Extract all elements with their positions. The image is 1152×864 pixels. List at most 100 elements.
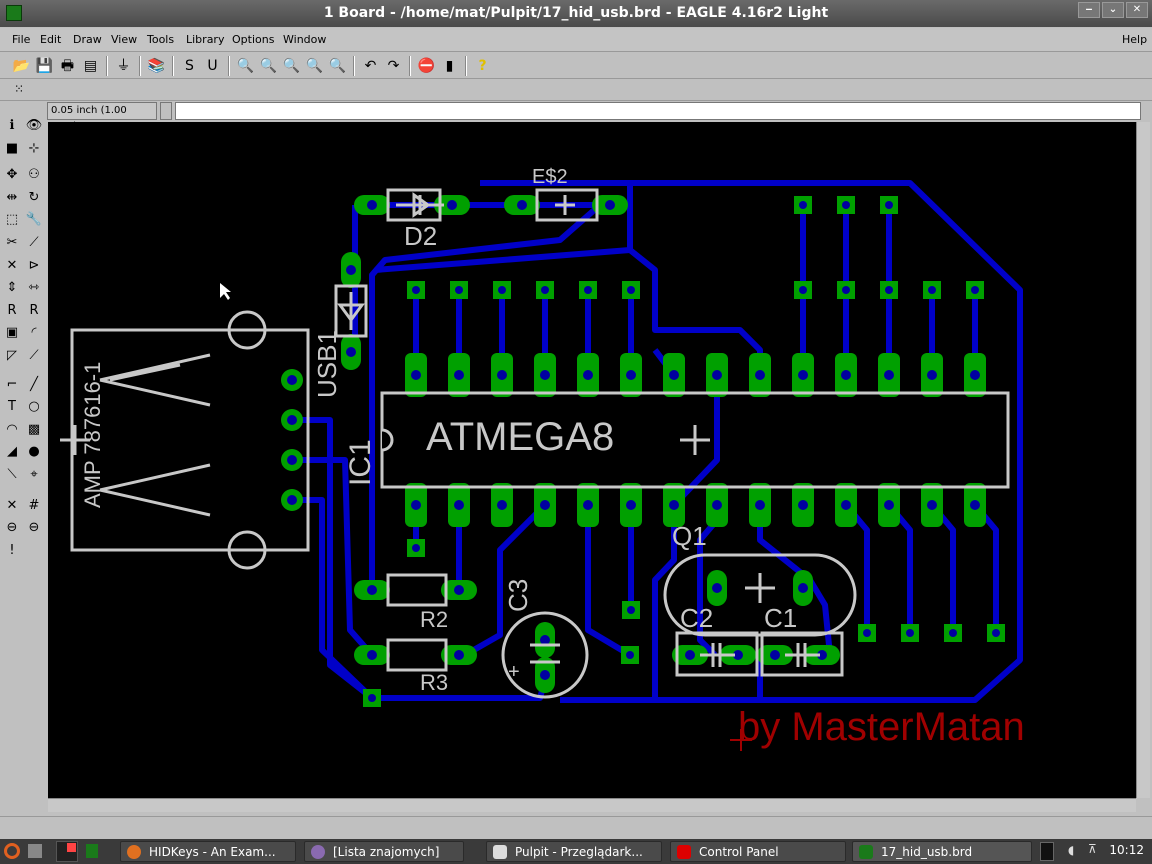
drill-hole bbox=[885, 201, 893, 209]
redo-icon[interactable]: ↷ bbox=[382, 55, 405, 77]
drill-hole bbox=[770, 650, 780, 660]
workspace-switcher[interactable] bbox=[56, 841, 78, 862]
cam-icon[interactable]: ▤ bbox=[79, 55, 102, 77]
optimize-tool-icon[interactable]: ⟋ bbox=[24, 233, 44, 253]
volume-icon[interactable]: ◖ bbox=[1068, 843, 1074, 857]
toolbar-separator bbox=[139, 55, 141, 76]
group-tool-icon[interactable]: ⬚ bbox=[2, 210, 22, 230]
traces bbox=[292, 180, 1023, 703]
go-icon[interactable]: ▮ bbox=[438, 55, 461, 77]
toolbar-separator bbox=[228, 55, 230, 76]
value-tool-icon[interactable]: R bbox=[2, 301, 22, 321]
text-tool-icon[interactable]: T bbox=[2, 397, 22, 417]
undo-icon[interactable]: ↶ bbox=[359, 55, 382, 77]
grid-icon[interactable]: ⁙ bbox=[14, 82, 24, 96]
redraw-icon[interactable]: 🔍 bbox=[303, 55, 326, 77]
drill-hole bbox=[583, 500, 593, 510]
show-tool-icon[interactable]: 👁 bbox=[24, 116, 44, 136]
script-icon[interactable]: S bbox=[178, 55, 201, 77]
rect-tool-icon[interactable]: ▩ bbox=[24, 420, 44, 440]
horizontal-scrollbar[interactable] bbox=[48, 798, 1136, 812]
drill-hole bbox=[455, 286, 463, 294]
menu-options[interactable]: Options bbox=[232, 33, 274, 46]
task-pulpit[interactable]: Pulpit - Przeglądark... bbox=[486, 841, 662, 862]
open-icon[interactable]: 📂 bbox=[10, 55, 33, 77]
erc-tool-icon[interactable]: ⊖ bbox=[2, 518, 22, 538]
menu-edit[interactable]: Edit bbox=[40, 33, 61, 46]
smash-tool-icon[interactable]: R bbox=[24, 301, 44, 321]
mark-tool-icon[interactable]: ⊹ bbox=[24, 139, 44, 159]
menu-draw[interactable]: Draw bbox=[73, 33, 102, 46]
circle-tool-icon[interactable]: ○ bbox=[24, 397, 44, 417]
zoom-in-icon[interactable]: 🔍 bbox=[257, 55, 280, 77]
errors-tool-icon[interactable]: ! bbox=[2, 541, 22, 561]
hole-tool-icon[interactable]: ⌖ bbox=[24, 465, 44, 485]
ulp-icon[interactable]: U bbox=[201, 55, 224, 77]
drc-tool-icon[interactable]: ⊖ bbox=[24, 518, 44, 538]
vertical-scrollbar[interactable] bbox=[1136, 122, 1150, 798]
menu-file[interactable]: File bbox=[12, 33, 30, 46]
drill-hole bbox=[346, 347, 356, 357]
task-eagle[interactable]: 17_hid_usb.brd bbox=[852, 841, 1032, 862]
add-tool-icon[interactable]: ⊳ bbox=[24, 256, 44, 276]
schematic-icon[interactable]: ⏚ bbox=[112, 55, 135, 77]
ripup-tool-icon[interactable]: ⌐ bbox=[2, 375, 22, 395]
zoom-out-icon[interactable]: 🔍 bbox=[280, 55, 303, 77]
pad-tool-icon[interactable]: ▣ bbox=[2, 323, 22, 343]
task-lista[interactable]: [Lista znajomych] bbox=[304, 841, 464, 862]
split-tool-icon[interactable]: ✂ bbox=[2, 233, 22, 253]
menu-library[interactable]: Library bbox=[186, 33, 224, 46]
menu-help[interactable]: Help bbox=[1122, 33, 1147, 46]
command-toggle[interactable] bbox=[160, 102, 172, 120]
wire-tool-icon[interactable]: ╱ bbox=[24, 375, 44, 395]
help-icon[interactable]: ? bbox=[471, 55, 494, 77]
close-button[interactable]: ✕ bbox=[1126, 2, 1148, 18]
info-tool-icon[interactable]: ℹ bbox=[2, 116, 22, 136]
command-input[interactable] bbox=[175, 102, 1141, 120]
stop-icon[interactable]: ⛔ bbox=[415, 55, 438, 77]
drill-hole bbox=[454, 500, 464, 510]
via-tool-icon[interactable]: ● bbox=[24, 442, 44, 462]
menu-tools[interactable]: Tools bbox=[147, 33, 174, 46]
arc-tool-icon[interactable]: ◠ bbox=[2, 420, 22, 440]
board-canvas[interactable]: E$2 D2 USB1 AMP 787616-1 IC1 ATMEGA8 Q1 … bbox=[48, 122, 1136, 798]
auto-tool-icon[interactable]: # bbox=[24, 496, 44, 516]
drill-hole bbox=[627, 286, 635, 294]
network-icon[interactable]: ⊼ bbox=[1088, 842, 1097, 856]
rotate-tool-icon[interactable]: ↻ bbox=[24, 188, 44, 208]
ubuntu-menu-icon[interactable] bbox=[4, 843, 20, 859]
ratsnest-tool-icon[interactable]: ✕ bbox=[2, 496, 22, 516]
delete-tool-icon[interactable]: ✕ bbox=[2, 256, 22, 276]
name-tool-icon[interactable]: ⇿ bbox=[24, 278, 44, 298]
eagle-launcher-icon[interactable] bbox=[86, 844, 98, 858]
miter-tool-icon[interactable]: ◜ bbox=[24, 323, 44, 343]
library-icon[interactable]: 📚 bbox=[145, 55, 168, 77]
zoom-select-icon[interactable]: 🔍 bbox=[326, 55, 349, 77]
zoom-fit-icon[interactable]: 🔍 bbox=[234, 55, 257, 77]
move-tool-icon[interactable]: ✥ bbox=[2, 165, 22, 185]
change-tool-icon[interactable]: 🔧 bbox=[24, 210, 44, 230]
copy-tool-icon[interactable]: ⚇ bbox=[24, 165, 44, 185]
eagle-icon bbox=[859, 845, 873, 859]
drill-hole bbox=[287, 415, 297, 425]
task-control-panel[interactable]: Control Panel bbox=[670, 841, 846, 862]
menu-view[interactable]: View bbox=[111, 33, 137, 46]
split2-tool-icon[interactable]: ◸ bbox=[2, 346, 22, 366]
route-tool-icon[interactable]: ⟋ bbox=[24, 346, 44, 366]
drill-hole bbox=[992, 629, 1000, 637]
task-hidkeys[interactable]: HIDKeys - An Exam... bbox=[120, 841, 296, 862]
mirror-tool-icon[interactable]: ⇹ bbox=[2, 188, 22, 208]
drill-hole bbox=[287, 455, 297, 465]
signal-tool-icon[interactable]: ⟍ bbox=[2, 465, 22, 485]
maximize-button[interactable]: ⌄ bbox=[1102, 2, 1124, 18]
show-desktop-icon[interactable] bbox=[28, 844, 42, 858]
menu-window[interactable]: Window bbox=[283, 33, 326, 46]
minimize-button[interactable]: ‒ bbox=[1078, 2, 1100, 18]
label-d2: D2 bbox=[404, 221, 437, 251]
polygon-tool-icon[interactable]: ◢ bbox=[2, 442, 22, 462]
display-tool-icon[interactable]: ■ bbox=[2, 139, 22, 159]
replace-tool-icon[interactable]: ⇕ bbox=[2, 278, 22, 298]
save-icon[interactable]: 💾 bbox=[33, 55, 56, 77]
print-icon[interactable]: 🖶 bbox=[56, 55, 79, 77]
eagle-app-icon[interactable] bbox=[6, 5, 22, 21]
